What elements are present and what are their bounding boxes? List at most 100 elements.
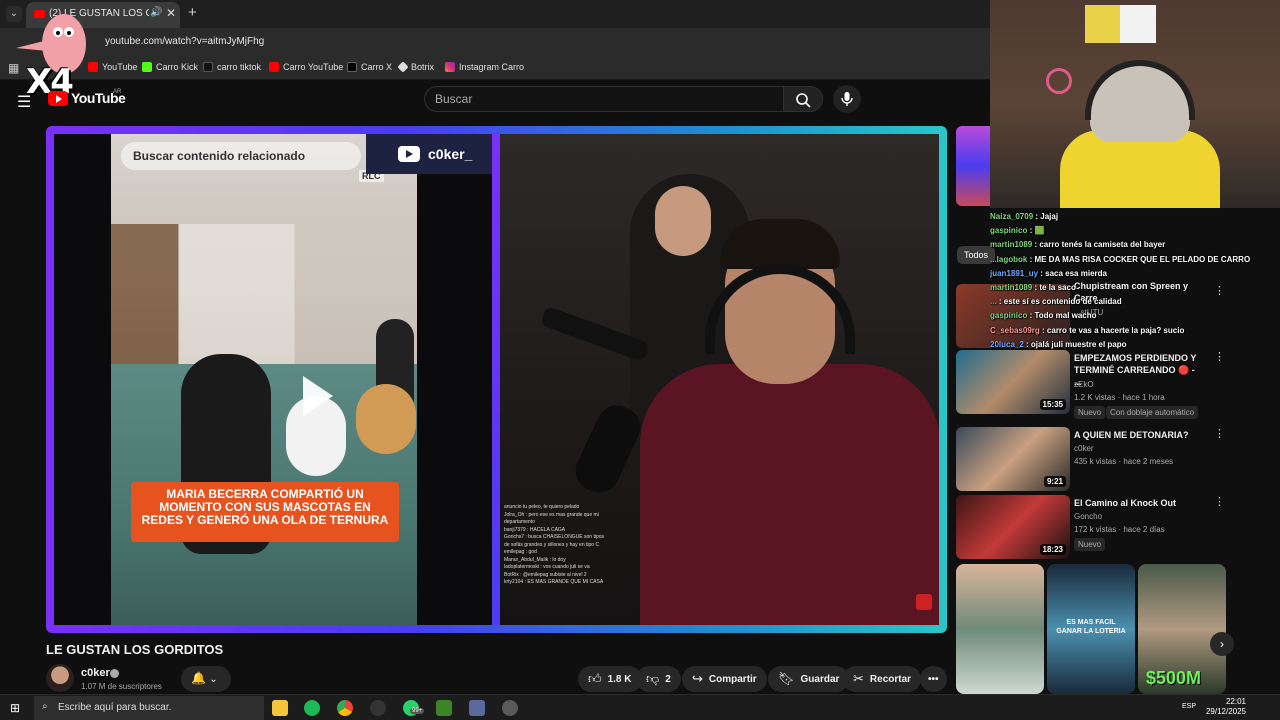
- x-icon: [347, 62, 357, 72]
- rec-channel: Goncho: [1074, 512, 1103, 521]
- spotify-icon[interactable]: [304, 700, 320, 716]
- minecraft-icon[interactable]: [436, 700, 452, 716]
- webcam-overlay: [990, 0, 1280, 208]
- chat-message: Naiza_0709 : Jajaj: [990, 212, 1059, 221]
- chat-line: emilepag : god: [504, 549, 537, 555]
- room-wall: [111, 224, 417, 364]
- chat-line: Gorichs7 : busca CHAISELONGUE son tipos: [504, 534, 605, 540]
- close-icon[interactable]: ✕: [166, 6, 176, 20]
- chat-line: BotRix : @emilepag subiste al nivel 2: [504, 571, 587, 578]
- ring-light: [1046, 68, 1072, 94]
- short-title: $500M: [1146, 668, 1202, 688]
- verified-icon: [110, 669, 119, 678]
- taskbar-search-input[interactable]: ⌕ Escribe aquí para buscar.: [34, 696, 264, 720]
- youtube-logo-icon: [48, 90, 68, 106]
- bookmark-instagram-carro[interactable]: Instagram Carro: [445, 62, 524, 72]
- bookmark-carro-youtube[interactable]: Carro YouTube: [269, 62, 343, 72]
- obs-icon[interactable]: [370, 700, 386, 716]
- stream-chat-overlay: anuncio tu peleo, te quiero pelado Jolra…: [504, 504, 634, 587]
- chrome-icon[interactable]: [337, 700, 353, 716]
- dislike-button[interactable]: 👎︎ 2: [636, 666, 681, 692]
- chat-line: krty2104 : ES MAS GRANDE QUE MI CASA: [504, 579, 604, 585]
- short-item[interactable]: $500M: [1138, 564, 1226, 694]
- file-explorer-icon[interactable]: [272, 700, 288, 716]
- avatar[interactable]: [46, 664, 74, 692]
- short-title: ES MAS FACIL GANAR LA LOTERIA: [1056, 619, 1126, 635]
- rec-meta: 172 k vistas · hace 2 días: [1074, 525, 1165, 534]
- chevron-right-icon[interactable]: ›: [1210, 632, 1234, 656]
- live-chat-overlay: Naiza_0709 : Jajaj gaspinico : 🟩 martin1…: [990, 210, 1280, 350]
- windows-taskbar: ⊞ ⌕ Escribe aquí para buscar. 99+ ESP 22…: [0, 694, 1280, 720]
- video-player[interactable]: Buscar contenido relacionado RLC MARIA B…: [54, 134, 939, 625]
- clock-date: 29/12/2025: [1205, 707, 1246, 716]
- chat-user: martin1089: [990, 240, 1033, 250]
- notification-bell-button[interactable]: 🔔 ⌄: [181, 666, 231, 692]
- voice-search-button[interactable]: [833, 85, 861, 113]
- chevron-down-icon: ⌄: [209, 674, 218, 685]
- search-input[interactable]: [435, 92, 765, 106]
- youtube-icon: [269, 62, 279, 72]
- short-item[interactable]: [956, 564, 1044, 694]
- share-button[interactable]: ↪ Compartir: [682, 666, 767, 692]
- channel-name[interactable]: c0ker: [81, 667, 110, 679]
- keyboard-language[interactable]: ESP: [1182, 703, 1196, 710]
- rec-meta: 435 k vistas · hace 2 meses: [1074, 457, 1174, 466]
- clip-button[interactable]: ✂ Recortar: [843, 666, 922, 692]
- chrome-active-icon[interactable]: [502, 700, 518, 716]
- bell-icon: 🔔: [191, 671, 206, 685]
- rec-meta: 1.2 K vistas · hace 1 hora: [1074, 393, 1165, 402]
- rec-channel: c0ker: [1074, 444, 1094, 453]
- recommendation-item[interactable]: 15:35 EMPEZAMOS PERDIENDO Y TERMINÉ CARR…: [956, 350, 1226, 419]
- chat-text: Jajaj: [1040, 212, 1059, 221]
- chat-user: C_sebas09rg: [990, 325, 1040, 335]
- bookmark-icon: 🔖︎: [778, 671, 795, 686]
- video-title: LE GUSTAN LOS GORDITOS: [46, 642, 224, 657]
- scissors-icon: ✂: [853, 671, 864, 686]
- video-thumbnail: 18:23: [956, 495, 1070, 559]
- rec-title: A QUIEN ME DETONARIA?: [1074, 430, 1189, 440]
- notification-badge: 99+: [410, 708, 425, 714]
- speaker-icon[interactable]: 🔊: [150, 7, 162, 18]
- instagram-icon: [445, 62, 455, 72]
- recommendation-item[interactable]: 18:23 El Camino al Knock Out Goncho 172 …: [956, 495, 1226, 561]
- tiktok-icon: [203, 62, 213, 72]
- more-vert-icon[interactable]: ⋮: [1214, 427, 1225, 440]
- chat-line: banji7379 : HACELA CAGA: [504, 526, 566, 533]
- chat-line: de sofás grandes y sillones y hay en tip…: [504, 541, 600, 548]
- windows-start-icon[interactable]: ⊞: [10, 701, 20, 715]
- framed-jersey: [1120, 5, 1156, 43]
- streamer-cam-panel: anuncio tu peleo, te quiero pelado Jolra…: [500, 134, 939, 625]
- chat-user: ...: [990, 297, 997, 307]
- more-actions-button[interactable]: •••: [920, 666, 947, 692]
- system-clock[interactable]: 22:01 29/12/2025: [1200, 697, 1246, 717]
- more-vert-icon[interactable]: ⋮: [1214, 495, 1225, 508]
- bookmark-botrix[interactable]: Botrix: [397, 61, 434, 73]
- save-button[interactable]: 🔖︎ Guardar: [768, 666, 850, 692]
- clock-time: 22:01: [1225, 697, 1246, 706]
- like-button[interactable]: 👍︎ 1.8 K: [578, 666, 642, 692]
- hamburger-menu-icon[interactable]: ☰: [17, 92, 31, 112]
- store-icon[interactable]: [469, 700, 485, 716]
- chat-text: carro te vas a hacerte la paja? sucio: [1046, 325, 1185, 335]
- bookmark-carro-kick[interactable]: Carro Kick: [142, 62, 198, 72]
- recommendation-thumbnail[interactable]: [956, 126, 990, 206]
- chat-user: gaspinico: [990, 311, 1028, 321]
- recommendation-item[interactable]: 9:21 A QUIEN ME DETONARIA? c0ker 435 k v…: [956, 427, 1226, 493]
- bookmark-carro-tiktok[interactable]: carro tiktok: [203, 62, 261, 72]
- bookmark-carro-x[interactable]: Carro X: [347, 62, 392, 72]
- search-button[interactable]: [783, 86, 823, 112]
- chat-line: Manur_Abdul_Malik : lo doy: [504, 556, 566, 563]
- channel-tag-name: c0ker_: [428, 146, 473, 162]
- duration: 9:21: [1043, 476, 1066, 487]
- new-tab-button[interactable]: +: [188, 4, 197, 21]
- tan-dog: [356, 384, 416, 454]
- chat-user: gaspinico: [990, 226, 1028, 236]
- chat-user: ...lagobok: [990, 254, 1028, 264]
- streamer-jersey: [640, 364, 939, 625]
- url-field[interactable]: youtube.com/watch?v=aitmJyMjFhg: [105, 36, 264, 47]
- kick-icon: [142, 62, 152, 72]
- chat-text: saca esa mierda: [1045, 268, 1107, 278]
- streamer-hair: [720, 219, 840, 269]
- short-item[interactable]: ES MAS FACIL GANAR LA LOTERIA: [1047, 564, 1135, 694]
- address-bar: youtube.com/watch?v=aitmJyMjFhg: [0, 28, 990, 56]
